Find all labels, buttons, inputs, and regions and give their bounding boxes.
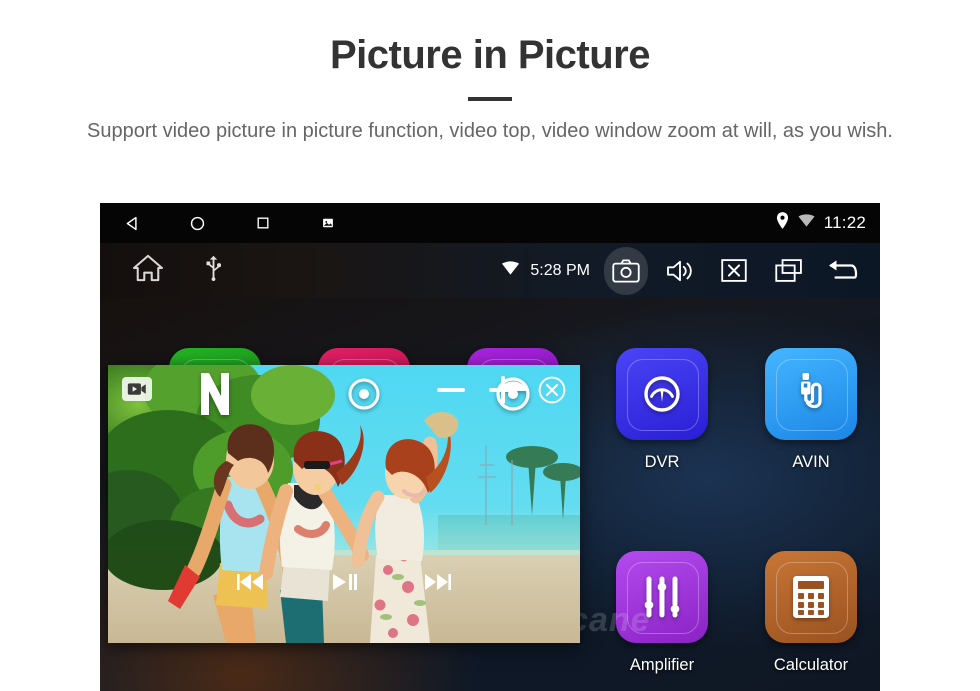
video-camera-icon[interactable] xyxy=(122,377,152,401)
volume-icon xyxy=(667,260,692,281)
page-subtitle: Support video picture in picture functio… xyxy=(87,120,893,142)
pip-media-controls xyxy=(108,571,580,598)
app-label-amplifier: Amplifier xyxy=(629,656,695,674)
status-bar-right-group: 11:22 xyxy=(776,203,866,243)
app-item-avin[interactable]: AVIN xyxy=(736,348,880,472)
close-button[interactable] xyxy=(712,247,756,295)
page-header: Picture in Picture Support video picture… xyxy=(0,0,980,146)
wifi-icon xyxy=(798,213,815,233)
volume-button[interactable] xyxy=(658,247,702,295)
usb-icon[interactable] xyxy=(206,255,222,286)
dvr-gauge-icon xyxy=(616,348,708,440)
avin-jack-icon xyxy=(765,348,857,440)
camera-screenshot-button[interactable] xyxy=(604,246,648,295)
app-label-dvr: DVR xyxy=(644,453,680,471)
app-item-amplifier[interactable]: Amplifier xyxy=(587,551,737,675)
close-x-icon xyxy=(721,259,747,282)
status-bar-nav-group xyxy=(100,215,360,232)
calculator-icon xyxy=(765,551,857,643)
app-label-calculator: Calculator xyxy=(773,656,849,674)
pip-close-button[interactable] xyxy=(538,376,566,409)
title-divider xyxy=(468,97,512,101)
system-toolbar: 5:28 PM xyxy=(100,243,880,298)
page-title: Picture in Picture xyxy=(330,33,650,77)
pip-window-controls xyxy=(434,373,566,412)
next-track-button[interactable] xyxy=(422,571,452,598)
toolbar-right-group: 5:28 PM xyxy=(501,243,864,298)
device-screenshot: 11:22 5:28 PM DVR AVIN Amplifier Calcula… xyxy=(100,203,880,691)
recent-apps-button[interactable] xyxy=(766,247,810,295)
status-recents-icon[interactable] xyxy=(230,215,295,231)
home-house-icon[interactable] xyxy=(132,254,164,287)
equalizer-icon xyxy=(616,551,708,643)
play-pause-button[interactable] xyxy=(330,571,358,598)
pip-zoom-out-button[interactable] xyxy=(434,373,468,412)
android-status-bar: 11:22 xyxy=(100,203,880,243)
recent-apps-icon xyxy=(774,259,802,282)
toolbar-clock: 5:28 PM xyxy=(530,261,590,279)
app-item-calculator[interactable]: Calculator xyxy=(736,551,880,675)
app-label-avin: AVIN xyxy=(792,453,830,471)
app-item-dvr[interactable]: DVR xyxy=(587,348,737,472)
status-home-icon[interactable] xyxy=(165,215,230,232)
status-back-icon[interactable] xyxy=(100,215,165,232)
status-screenshot-icon[interactable] xyxy=(295,216,360,230)
back-button[interactable] xyxy=(820,247,864,295)
toolbar-wifi-icon xyxy=(501,260,520,281)
location-pin-icon xyxy=(776,212,789,234)
toolbar-left-group xyxy=(100,254,222,287)
back-arrow-icon xyxy=(829,259,858,279)
previous-track-button[interactable] xyxy=(236,571,266,598)
status-bar-clock: 11:22 xyxy=(823,213,866,232)
camera-icon xyxy=(612,258,640,283)
pip-zoom-in-button[interactable] xyxy=(486,373,520,412)
